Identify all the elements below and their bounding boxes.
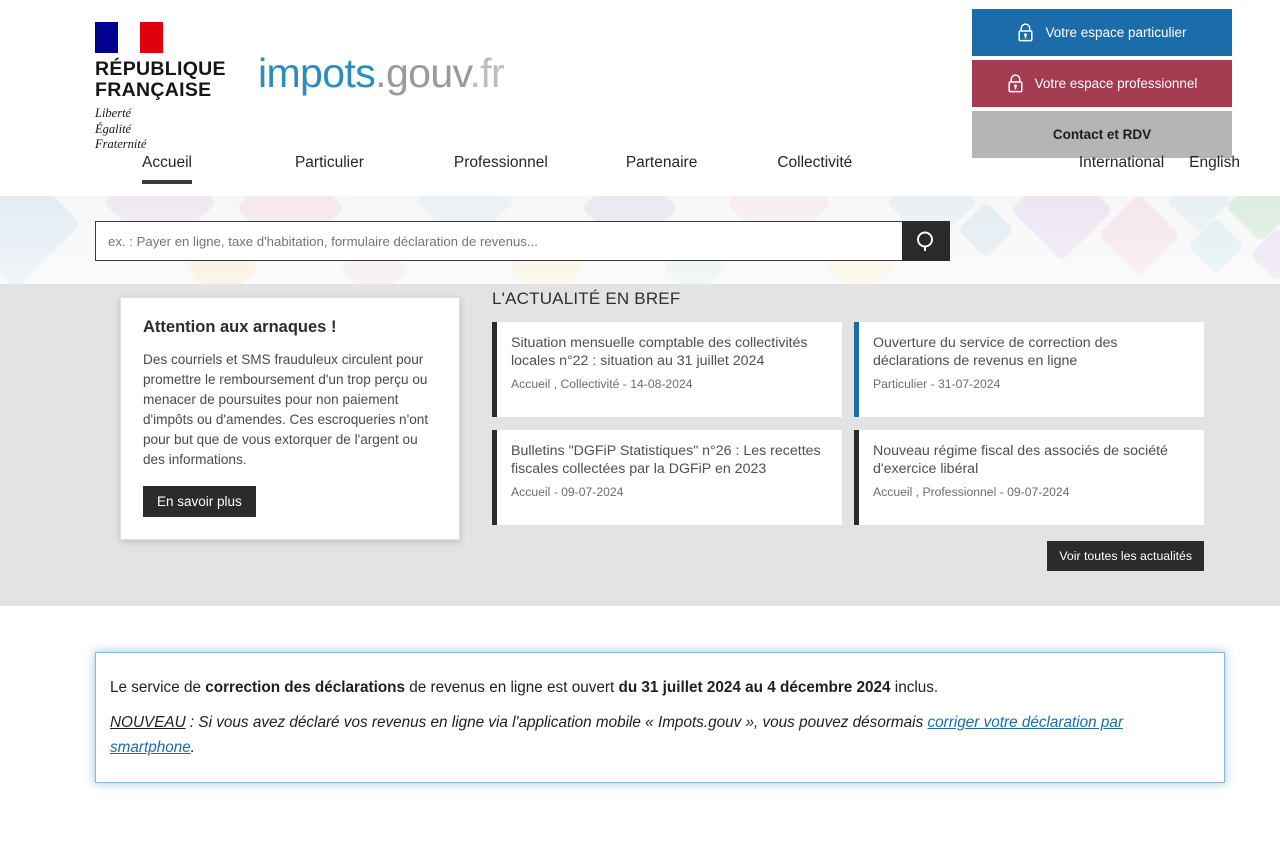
news-card-meta: Accueil , Collectivité - 14-08-2024 <box>511 377 693 391</box>
info-banner-section: Le service de correction des déclaration… <box>0 606 1280 848</box>
nav-item-english[interactable]: English <box>1189 154 1240 184</box>
republique-line-2: FRANÇAISE <box>95 79 212 101</box>
news-card-title: Ouverture du service de correction des d… <box>873 335 1118 369</box>
news-grid: Situation mensuelle comptable des collec… <box>492 322 1204 525</box>
search-bar <box>95 221 950 261</box>
lock-icon <box>1008 74 1023 93</box>
banner-text-1a: Le service de <box>110 679 206 696</box>
nav-label-particulier: Particulier <box>294 154 364 171</box>
nav-label-accueil: Accueil <box>142 154 192 171</box>
hero-search-banner <box>0 196 1280 284</box>
republique-line-1: RÉPUBLIQUE <box>95 58 226 80</box>
nav-item-international[interactable]: International <box>1079 154 1164 184</box>
nav-label-professionnel: Professionnel <box>453 154 548 171</box>
contact-rdv-button[interactable]: Contact et RDV <box>972 111 1232 158</box>
search-input[interactable] <box>95 221 902 261</box>
news-card-title: Situation mensuelle comptable des collec… <box>511 335 808 369</box>
news-card[interactable]: Bulletins "DGFiP Statistiques" n°26 : Le… <box>492 430 842 525</box>
nav-item-partenaire[interactable]: Partenaire <box>626 154 698 184</box>
espace-particulier-label: Votre espace particulier <box>1045 25 1187 40</box>
espace-professionnel-label: Votre espace professionnel <box>1034 76 1198 91</box>
lock-icon <box>1018 23 1034 42</box>
news-card-meta: Particulier - 31-07-2024 <box>873 377 1001 391</box>
banner-text-1c: de revenus en ligne est ouvert <box>405 679 619 696</box>
logo-impots-text: impots <box>258 50 376 96</box>
motto-egalite: Égalité <box>95 121 132 136</box>
motto-fraternite: Fraternité <box>95 137 147 151</box>
news-card-meta: Accueil - 09-07-2024 <box>511 485 624 499</box>
espace-particulier-button[interactable]: Votre espace particulier <box>972 9 1232 56</box>
nav-label-english: English <box>1189 154 1240 171</box>
nav-label-partenaire: Partenaire <box>625 154 698 171</box>
scam-warning-title: Attention aux arnaques ! <box>143 318 337 336</box>
banner-paragraph-2: NOUVEAU : Si vous avez déclaré vos reven… <box>110 710 1212 760</box>
logo-fr-text: .fr <box>469 50 505 96</box>
banner-text-1b: correction des déclarations <box>205 679 406 696</box>
nav-label-international: International <box>1078 154 1165 171</box>
banner-text-1e: inclus. <box>890 679 939 696</box>
nav-item-professionnel[interactable]: Professionnel <box>454 154 548 184</box>
motto-liberte: Liberté <box>95 106 132 120</box>
banner-paragraph-1: Le service de correction des déclaration… <box>110 675 1212 700</box>
impots-gouv-logo[interactable]: impots.gouv.fr <box>258 50 505 96</box>
nav-item-collectivite[interactable]: Collectivité <box>777 154 852 184</box>
news-card-title: Nouveau régime fiscal des associés de so… <box>873 443 1168 477</box>
news-section-heading: L'ACTUALITÉ EN BREF <box>492 289 681 308</box>
news-card[interactable]: Nouveau régime fiscal des associés de so… <box>854 430 1204 525</box>
nav-label-collectivite: Collectivité <box>777 154 853 171</box>
scam-warning-body: Des courriels et SMS frauduleux circulen… <box>143 352 429 467</box>
account-buttons-group: Votre espace particulier Votre espace pr… <box>972 9 1232 162</box>
news-card-meta: Accueil , Professionnel - 09-07-2024 <box>873 485 1070 499</box>
espace-professionnel-button[interactable]: Votre espace professionnel <box>972 60 1232 107</box>
site-header: RÉPUBLIQUE FRANÇAISE Liberté Égalité Fra… <box>0 0 1280 196</box>
logo-gouv-text: .gouv <box>375 50 470 96</box>
correction-service-banner: Le service de correction des déclaration… <box>95 652 1225 783</box>
en-savoir-plus-button[interactable]: En savoir plus <box>143 486 256 517</box>
content-section: Attention aux arnaques ! Des courriels e… <box>0 284 1280 606</box>
news-card-title: Bulletins "DGFiP Statistiques" n°26 : Le… <box>511 443 821 477</box>
news-section: L'ACTUALITÉ EN BREF Situation mensuelle … <box>492 289 1204 571</box>
nav-item-accueil[interactable]: Accueil <box>142 154 192 184</box>
contact-rdv-label: Contact et RDV <box>1052 127 1152 142</box>
scam-warning-card: Attention aux arnaques ! Des courriels e… <box>120 297 460 540</box>
news-card[interactable]: Situation mensuelle comptable des collec… <box>492 322 842 417</box>
search-submit-button[interactable] <box>902 221 950 261</box>
search-icon <box>916 231 933 251</box>
republique-francaise-logo: RÉPUBLIQUE FRANÇAISE Liberté Égalité Fra… <box>95 22 255 153</box>
banner-text-2c: . <box>190 739 196 756</box>
main-navigation: Accueil Particulier Professionnel Parten… <box>0 154 1280 196</box>
banner-text-2b: : Si vous avez déclaré vos revenus en li… <box>185 714 928 731</box>
banner-nouveau-label: NOUVEAU <box>110 714 186 731</box>
banner-text-1d: du 31 juillet 2024 au 4 décembre 2024 <box>618 679 891 696</box>
news-card[interactable]: Ouverture du service de correction des d… <box>854 322 1204 417</box>
devise-motto: Liberté Égalité Fraternité <box>95 106 255 153</box>
nav-item-particulier[interactable]: Particulier <box>295 154 364 184</box>
voir-toutes-actualites-button[interactable]: Voir toutes les actualités <box>1047 541 1204 571</box>
french-flag-icon <box>95 22 163 53</box>
